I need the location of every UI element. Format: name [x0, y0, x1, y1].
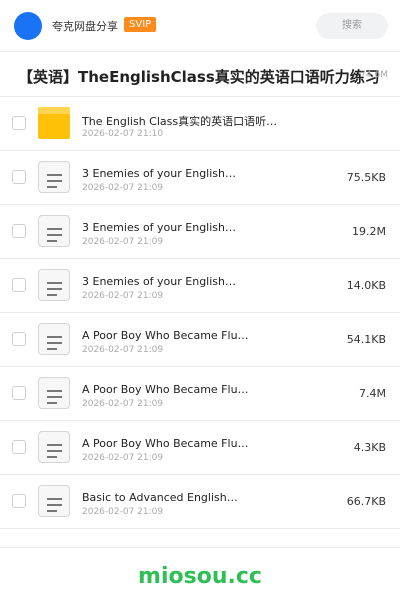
file-name: 3 Enemies of your English…	[82, 221, 236, 234]
file-name: 3 Enemies of your English…	[82, 275, 236, 288]
document-icon	[38, 323, 70, 355]
select-checkbox[interactable]	[12, 170, 26, 184]
select-checkbox[interactable]	[12, 332, 26, 346]
file-date: 2026-02-07 21:09	[82, 291, 164, 301]
folder-header: 【英语】TheEnglishClass真实的英语口语听力练习 74.6M	[0, 53, 400, 97]
file-date: 2026-02-07 21:09	[82, 345, 164, 355]
file-list: The English Class真实的英语口语听… 2026-02-07 21…	[0, 97, 400, 529]
watermark: miosou.cc	[138, 564, 262, 589]
select-checkbox[interactable]	[12, 494, 26, 508]
file-size: 4.3KB	[353, 441, 386, 454]
list-item[interactable]: 3 Enemies of your English… 2026-02-07 21…	[0, 151, 400, 205]
list-item[interactable]: The English Class真实的英语口语听… 2026-02-07 21…	[0, 97, 400, 151]
list-item[interactable]: Basic to Advanced English… 2026-02-07 21…	[0, 475, 400, 529]
avatar[interactable]	[14, 12, 42, 40]
file-name: A Poor Boy Who Became Flu…	[82, 437, 249, 450]
file-size: 54.1KB	[346, 333, 386, 346]
file-size: 14.0KB	[346, 279, 386, 292]
file-date: 2026-02-07 21:09	[82, 453, 164, 463]
list-item[interactable]: 3 Enemies of your English… 2026-02-07 21…	[0, 205, 400, 259]
top-bar: 夸克网盘分享 SVIP 搜索	[0, 0, 400, 52]
list-item[interactable]: 3 Enemies of your English… 2026-02-07 21…	[0, 259, 400, 313]
file-name: A Poor Boy Who Became Flu…	[82, 329, 249, 342]
footer: miosou.cc	[0, 547, 400, 600]
file-name: The English Class真实的英语口语听…	[82, 115, 278, 128]
document-icon	[38, 269, 70, 301]
folder-icon	[38, 107, 70, 139]
file-date: 2026-02-07 21:09	[82, 183, 164, 193]
brand-label: 夸克网盘分享	[52, 20, 118, 33]
list-item[interactable]: A Poor Boy Who Became Flu… 2026-02-07 21…	[0, 367, 400, 421]
file-name: 3 Enemies of your English…	[82, 167, 236, 180]
select-checkbox[interactable]	[12, 278, 26, 292]
file-size: 66.7KB	[346, 495, 386, 508]
document-icon	[38, 215, 70, 247]
file-date: 2026-02-07 21:09	[82, 237, 164, 247]
file-size: 19.2M	[352, 225, 386, 238]
select-checkbox[interactable]	[12, 440, 26, 454]
document-icon	[38, 161, 70, 193]
file-size: 75.5KB	[346, 171, 386, 184]
file-date: 2026-02-07 21:09	[82, 399, 164, 409]
svip-badge: SVIP	[124, 17, 157, 32]
list-item[interactable]: A Poor Boy Who Became Flu… 2026-02-07 21…	[0, 313, 400, 367]
search-button[interactable]: 搜索	[316, 13, 388, 39]
list-item[interactable]: A Poor Boy Who Became Flu… 2026-02-07 21…	[0, 421, 400, 475]
file-date: 2026-02-07 21:09	[82, 507, 164, 517]
document-icon	[38, 431, 70, 463]
page-title: 【英语】TheEnglishClass真实的英语口语听力练习	[18, 68, 380, 86]
total-size: 74.6M	[360, 70, 388, 80]
select-checkbox[interactable]	[12, 116, 26, 130]
select-checkbox[interactable]	[12, 386, 26, 400]
file-name: Basic to Advanced English…	[82, 491, 238, 504]
file-name: A Poor Boy Who Became Flu…	[82, 383, 249, 396]
file-size: 7.4M	[359, 387, 386, 400]
select-checkbox[interactable]	[12, 224, 26, 238]
file-date: 2026-02-07 21:10	[82, 129, 164, 139]
document-icon	[38, 485, 70, 517]
document-icon	[38, 377, 70, 409]
